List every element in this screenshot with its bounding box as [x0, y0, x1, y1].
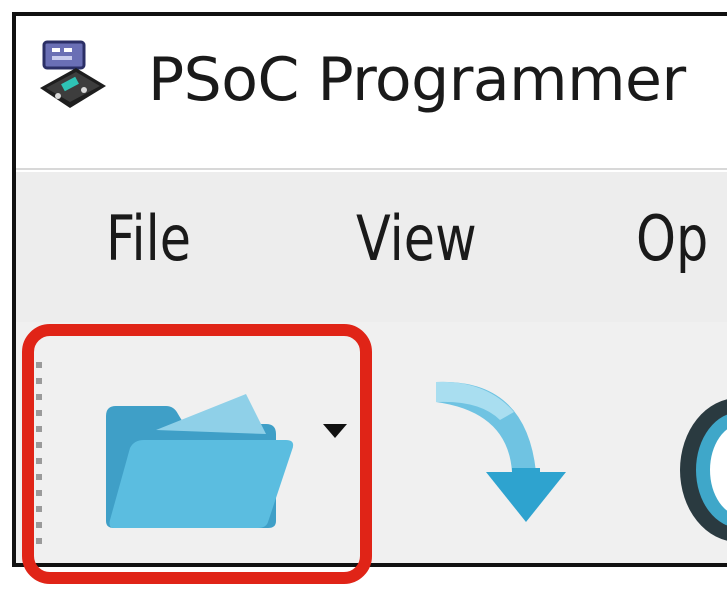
menu-options[interactable]: Op: [636, 208, 708, 270]
menu-bar: File View Op: [16, 172, 727, 322]
title-bar: PSoC Programmer: [16, 16, 727, 170]
highlight-box: [22, 324, 372, 584]
psoc-app-icon: [40, 40, 106, 108]
menu-file[interactable]: File: [106, 208, 191, 270]
download-arrow-icon[interactable]: [416, 372, 576, 562]
circle-icon[interactable]: [676, 390, 727, 550]
window-title: PSoC Programmer: [148, 45, 686, 115]
menu-view[interactable]: View: [356, 208, 477, 270]
